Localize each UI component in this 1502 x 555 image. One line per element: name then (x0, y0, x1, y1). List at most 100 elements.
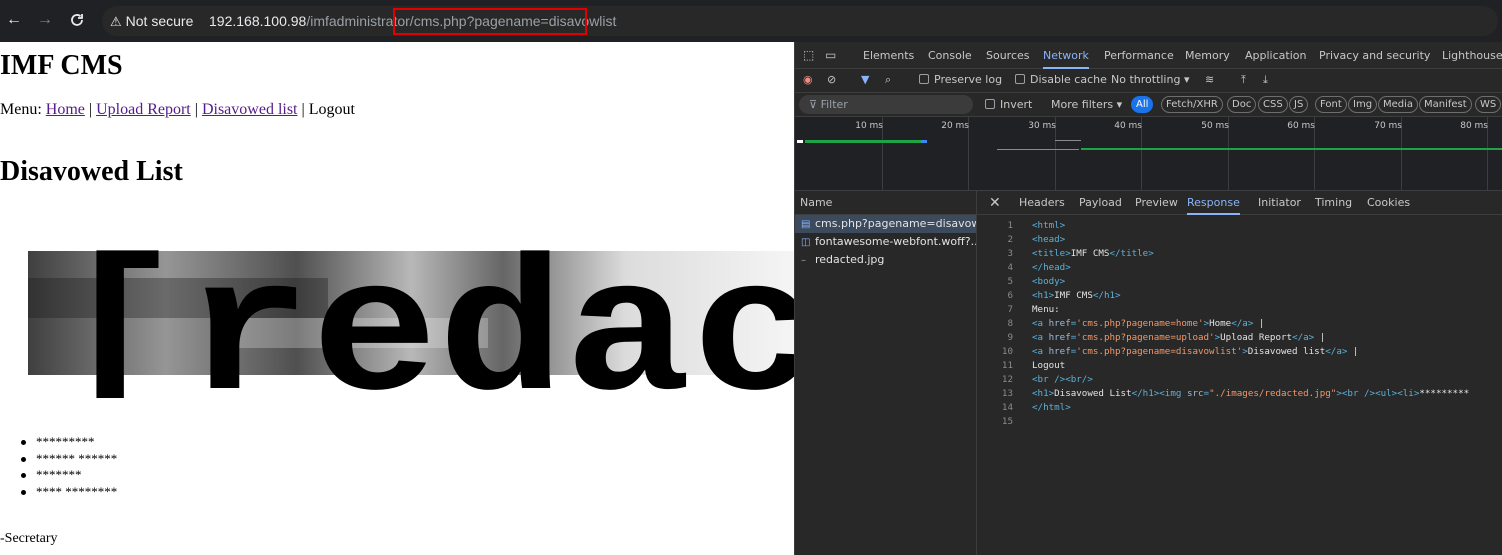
code-line: 1 <html> (1007, 220, 1066, 231)
tab-network[interactable]: Network (1043, 42, 1089, 69)
filter-type-img[interactable]: Img (1348, 96, 1378, 113)
network-timeline[interactable]: 10 ms 20 ms 30 ms 40 ms 50 ms 60 ms 70 m… (795, 117, 1502, 191)
timeline-bar (921, 140, 927, 143)
menu-link-upload-report[interactable]: Upload Report (96, 101, 191, 118)
record-icon[interactable]: ◉ (803, 73, 813, 86)
filter-type-css[interactable]: CSS (1258, 96, 1288, 113)
network-conditions-icon[interactable]: ≋ (1205, 73, 1214, 86)
tab-response[interactable]: Response (1187, 191, 1240, 215)
filter-type-all[interactable]: All (1131, 96, 1154, 113)
timeline-gridline: 40 ms (1114, 117, 1142, 190)
clear-icon[interactable]: ⊘ (827, 73, 836, 86)
code-line: 5 <body> (1007, 276, 1066, 287)
request-row[interactable]: – redacted.jpg (795, 251, 976, 269)
menu-item-logout: Logout (308, 101, 355, 118)
back-arrow-icon[interactable]: ← (3, 9, 25, 31)
tab-payload[interactable]: Payload (1079, 191, 1122, 215)
request-row[interactable]: ◫ fontawesome-webfont.woff?... (795, 233, 976, 251)
tab-sources[interactable]: Sources (986, 42, 1030, 69)
tab-initiator[interactable]: Initiator (1258, 191, 1301, 215)
tab-preview[interactable]: Preview (1135, 191, 1178, 215)
url-host: 192.168.100.98 (209, 13, 307, 29)
menu-link-home[interactable]: Home (46, 101, 85, 118)
list-item: ********* (20, 434, 117, 451)
tab-timing[interactable]: Timing (1315, 191, 1352, 215)
filter-type-font[interactable]: Font (1315, 96, 1347, 113)
code-line: 14 </html> (1001, 402, 1071, 413)
filter-type-ws[interactable]: WS (1475, 96, 1502, 113)
filter-type-manifest[interactable]: Manifest (1419, 96, 1472, 113)
site-title: IMF CMS (0, 50, 123, 81)
font-icon: ◫ (801, 237, 811, 248)
timeline-gridline: 20 ms (941, 117, 969, 190)
code-line: 6 <h1>IMF CMS</h1> (1007, 290, 1121, 301)
tab-privacy-security[interactable]: Privacy and security (1319, 42, 1430, 69)
timeline-gridline: 70 ms (1374, 117, 1402, 190)
code-line: 12 <br /><br/> (1001, 374, 1093, 385)
code-line: 15 (1001, 416, 1013, 427)
address-bar[interactable]: ⚠ Not secure 192.168.100.98/imfadministra… (102, 6, 1498, 36)
web-page: IMF CMS Menu: Home | Upload Report | Dis… (0, 42, 794, 555)
filter-type-doc[interactable]: Doc (1227, 96, 1257, 113)
menu-link-disavowed-list[interactable]: Disavowed list (202, 101, 298, 118)
filter-input[interactable]: ⊽ Filter (799, 95, 973, 114)
code-line: 2 <head> (1007, 234, 1066, 245)
preserve-log-checkbox[interactable]: Preserve log (919, 73, 1002, 86)
tab-console[interactable]: Console (928, 42, 972, 69)
browser-toolbar: ← → ⚠ Not secure 192.168.100.98/imfadmini… (0, 0, 1502, 42)
timeline-bar (1055, 140, 1081, 141)
more-filters-dropdown[interactable]: More filters ▾ (1051, 98, 1122, 111)
image-icon: – (801, 255, 806, 266)
code-line: 10 <a href='cms.php?pagename=disavowlist'… (1001, 346, 1359, 357)
name-column-header[interactable]: Name (795, 191, 976, 215)
forward-arrow-icon[interactable]: → (34, 9, 56, 31)
timeline-gridline: 80 ms (1460, 117, 1488, 190)
request-detail: ✕ Headers Payload Preview Response Initi… (977, 191, 1502, 555)
tab-performance[interactable]: Performance (1104, 42, 1174, 69)
timeline-gridline: 50 ms (1201, 117, 1229, 190)
code-line: 13 <h1>Disavowed List</h1><img src="./ima… (1001, 388, 1470, 399)
inspect-element-icon[interactable]: ⬚ (803, 48, 814, 62)
tab-application[interactable]: Application (1245, 42, 1306, 69)
invert-checkbox[interactable]: Invert (985, 98, 1032, 111)
code-line: 11 Logout (1001, 360, 1066, 371)
throttling-select[interactable]: No throttling ▾ (1111, 73, 1189, 86)
timeline-gridline: 10 ms (855, 117, 883, 190)
warning-triangle-icon: ⚠ (110, 14, 122, 29)
filter-type-js[interactable]: JS (1289, 96, 1309, 113)
device-toolbar-icon[interactable]: ▭ (825, 48, 836, 62)
timeline-gridline: 30 ms (1028, 117, 1056, 190)
timeline-gridline: 60 ms (1287, 117, 1315, 190)
disable-cache-checkbox[interactable]: Disable cache (1015, 73, 1107, 86)
filter-bar: ⊽ Filter Invert More filters ▾ All Fetch… (795, 93, 1502, 117)
security-indicator[interactable]: ⚠ Not secure (110, 6, 193, 36)
reload-icon[interactable] (66, 9, 88, 31)
filter-type-media[interactable]: Media (1378, 96, 1419, 113)
response-code-view[interactable]: 1 <html> 2 <head> 3 <title>IMF CMS</title> 4 </… (977, 219, 1502, 429)
export-har-icon[interactable]: ⤓ (1263, 73, 1268, 87)
filter-funnel-icon[interactable]: ▼ (861, 73, 869, 86)
security-label: Not secure (125, 13, 194, 29)
menu: Menu: Home | Upload Report | Disavowed l… (0, 101, 355, 118)
list-item: ****** ****** (20, 450, 118, 466)
tab-memory[interactable]: Memory (1185, 42, 1230, 69)
search-icon[interactable]: ⌕ (885, 73, 891, 87)
import-har-icon[interactable]: ⤒ (1241, 73, 1246, 87)
code-line: 7 Menu: (1007, 304, 1060, 315)
tab-cookies[interactable]: Cookies (1367, 191, 1410, 215)
devtools-tab-bar: ⬚ ▭ Elements Console Sources Network Per… (795, 42, 1502, 69)
list-item: **** ******** (20, 483, 118, 499)
close-icon[interactable]: ✕ (989, 191, 1001, 215)
url-highlight-box (393, 8, 587, 35)
redacted-image-text: [redac (58, 231, 794, 398)
code-line: 3 <title>IMF CMS</title> (1007, 248, 1154, 259)
devtools-panel: ⬚ ▭ Elements Console Sources Network Per… (794, 42, 1502, 555)
tab-headers[interactable]: Headers (1019, 191, 1065, 215)
filter-type-fetch-xhr[interactable]: Fetch/XHR (1161, 96, 1223, 113)
code-line: 8 <a href='cms.php?pagename=home'>Home</a… (1007, 318, 1265, 329)
request-row[interactable]: ▤ cms.php?pagename=disavow... (795, 215, 976, 233)
tab-elements[interactable]: Elements (863, 42, 914, 69)
code-line: 9 <a href='cms.php?pagename=upload'>Uploa… (1007, 332, 1326, 343)
code-line: 4 </head> (1007, 262, 1071, 273)
tab-lighthouse[interactable]: Lighthouse (1442, 42, 1502, 69)
